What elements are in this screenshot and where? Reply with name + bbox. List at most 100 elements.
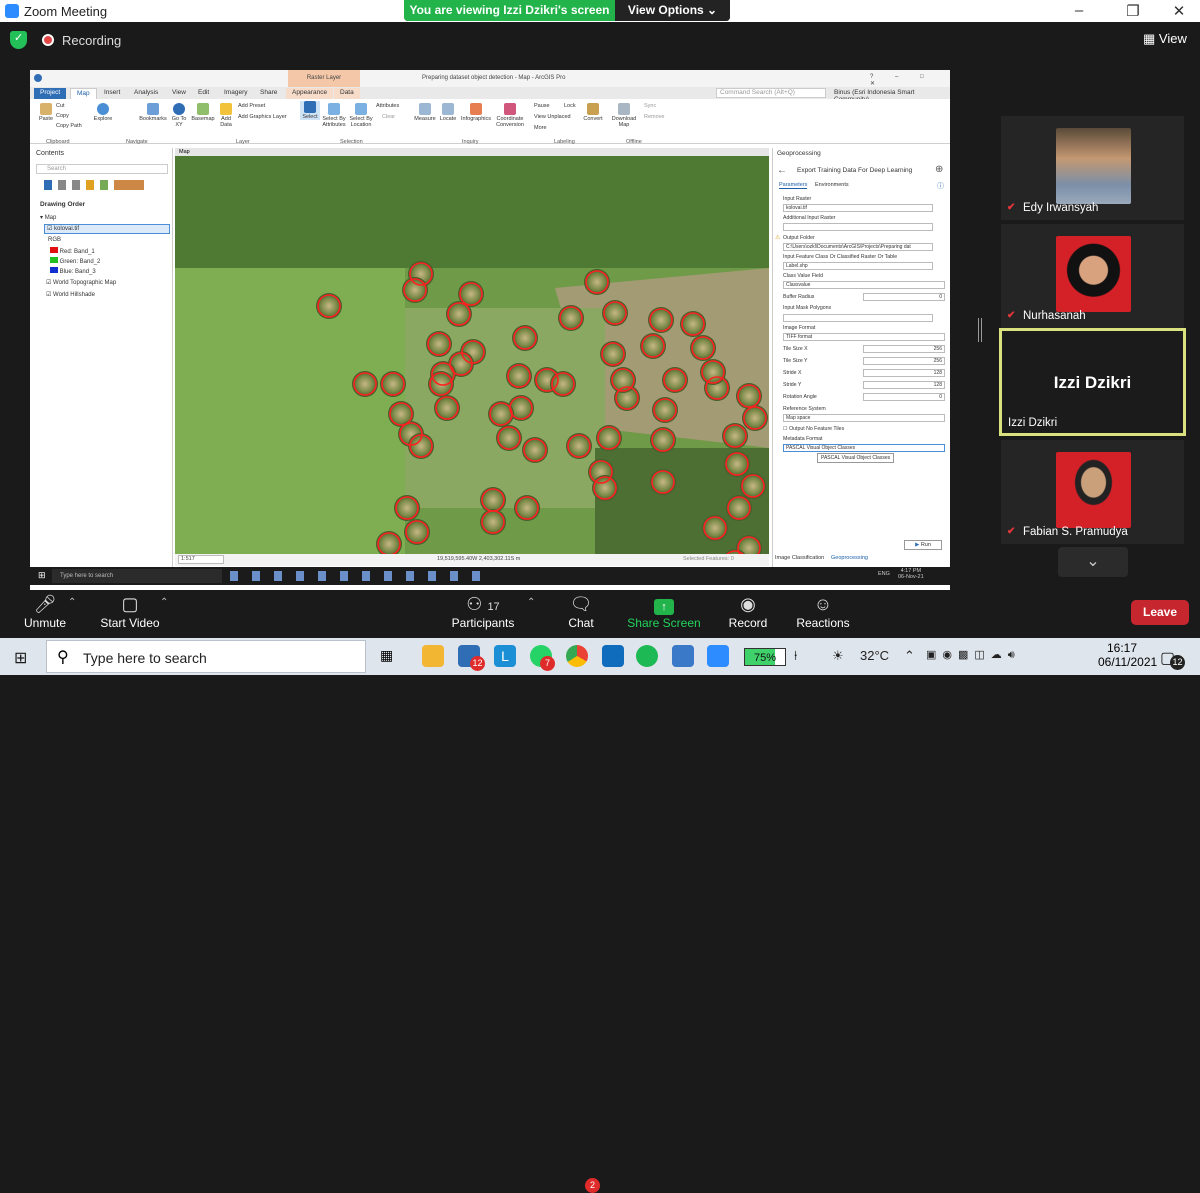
- tab-edit[interactable]: Edit: [192, 88, 215, 99]
- add-icon[interactable]: ⊕: [935, 164, 943, 175]
- security-shield-icon[interactable]: ✓: [10, 31, 27, 49]
- file-explorer-icon[interactable]: [422, 645, 444, 667]
- tab-environments[interactable]: Environments: [815, 182, 849, 188]
- output-no-feature-checkbox[interactable]: ☐ Output No Feature Tiles: [783, 426, 844, 432]
- tab-data[interactable]: Data: [334, 88, 360, 99]
- cut-button[interactable]: Cut: [56, 103, 65, 109]
- tab-appearance[interactable]: Appearance: [286, 88, 334, 99]
- lock-button[interactable]: Lock: [564, 103, 576, 109]
- metadata-select[interactable]: PASCAL Visual Object Classes: [783, 444, 945, 452]
- tab-project[interactable]: Project: [34, 88, 67, 99]
- zoom-taskbar-icon[interactable]: [707, 645, 729, 667]
- arcgis-window-controls[interactable]: ? – □ ✕: [870, 74, 950, 87]
- video-options-caret-icon[interactable]: ⌃: [160, 597, 168, 608]
- unmute-button[interactable]: 🎤︎ Unmute: [0, 592, 90, 630]
- go-to-xy-button[interactable]: Go To XY: [168, 103, 190, 128]
- tile-y-field[interactable]: 256: [863, 357, 945, 365]
- measure-button[interactable]: Measure: [414, 103, 436, 122]
- participant-tile-fabian[interactable]: ✔︎ Fabian S. Pramudya: [1001, 440, 1184, 544]
- reactions-button[interactable]: ☺ Reactions: [778, 592, 868, 630]
- temperature[interactable]: 32°C: [860, 648, 889, 663]
- remove-button[interactable]: Remove: [644, 114, 664, 120]
- infographics-button[interactable]: Infographics: [460, 103, 492, 122]
- run-button[interactable]: ▶ Run: [904, 540, 942, 550]
- stride-x-field[interactable]: 128: [863, 369, 945, 377]
- clear-button[interactable]: Clear: [382, 114, 395, 120]
- help-icon[interactable]: ⓘ: [937, 181, 944, 191]
- tile-x-field[interactable]: 256: [863, 345, 945, 353]
- tray-icons[interactable]: ▣◉▩◫☁🔊︎: [926, 648, 1021, 662]
- add-preset-button[interactable]: Add Preset: [238, 103, 265, 109]
- tab-image-classification[interactable]: Image Classification: [775, 555, 824, 561]
- convert-button[interactable]: Convert: [582, 103, 604, 122]
- tab-map-view[interactable]: Map: [175, 148, 769, 156]
- add-data-button[interactable]: Add Data: [216, 103, 236, 128]
- map-view[interactable]: [175, 148, 769, 566]
- battery-indicator[interactable]: 75%: [744, 648, 786, 666]
- participants-caret-icon[interactable]: ⌃: [527, 597, 535, 608]
- tab-geoprocessing[interactable]: Geoprocessing: [831, 555, 868, 561]
- close-icon[interactable]: ✕: [1164, 2, 1194, 20]
- paste-button[interactable]: Paste: [36, 103, 56, 122]
- leave-button[interactable]: Leave: [1131, 600, 1189, 625]
- input-feature-field[interactable]: Label.shp: [783, 262, 933, 270]
- tab-parameters[interactable]: Parameters: [779, 182, 808, 189]
- back-icon[interactable]: ←: [777, 165, 787, 176]
- basemap-topographic[interactable]: ☑ World Topographic Map: [46, 279, 116, 286]
- basemap-hillshade[interactable]: ☑ World Hillshade: [46, 291, 95, 298]
- share-screen-button[interactable]: ↑ Share Screen: [619, 592, 709, 630]
- weather-icon[interactable]: ☀: [832, 648, 844, 664]
- view-button[interactable]: ▦ View: [1143, 31, 1187, 47]
- scroll-down-chevron-icon[interactable]: ⌄: [1058, 547, 1128, 577]
- participant-tile-nurhasanah[interactable]: ✔︎ Nurhasanah: [1001, 224, 1184, 328]
- participant-tile-edy[interactable]: ✔︎ Edy Irwansyah: [1001, 116, 1184, 220]
- tab-insert[interactable]: Insert: [98, 88, 126, 99]
- view-options-button[interactable]: View Options ⌄: [615, 0, 730, 21]
- show-hidden-icons-icon[interactable]: ⌃: [904, 648, 915, 664]
- inner-taskbar-apps[interactable]: [230, 571, 480, 581]
- chat-button[interactable]: 🗨︎ Chat: [536, 592, 626, 630]
- map-node[interactable]: ▾ Map: [40, 214, 56, 221]
- tab-view[interactable]: View: [166, 88, 192, 99]
- attributes-button[interactable]: Attributes: [376, 103, 399, 109]
- task-view-icon[interactable]: ▦: [380, 647, 393, 664]
- stride-y-field[interactable]: 128: [863, 381, 945, 389]
- participants-button[interactable]: ⚇ 17 Participants: [438, 592, 528, 630]
- lync-icon[interactable]: L: [494, 645, 516, 667]
- photos-icon[interactable]: [672, 645, 694, 667]
- scale-selector[interactable]: 1:517: [178, 555, 224, 564]
- tab-analysis[interactable]: Analysis: [128, 88, 164, 99]
- recording-icon[interactable]: [42, 34, 54, 46]
- spotify-icon[interactable]: [636, 645, 658, 667]
- microphone-tray-icon[interactable]: ⍿: [794, 648, 797, 664]
- basemap-button[interactable]: Basemap: [190, 103, 216, 122]
- reference-select[interactable]: Map space: [783, 414, 945, 422]
- explore-button[interactable]: Explore: [92, 103, 114, 122]
- system-clock[interactable]: 16:17 06/11/2021: [1098, 641, 1157, 669]
- participant-tile-izzi[interactable]: Izzi Dzikri Izzi Dzikri: [999, 328, 1186, 436]
- input-raster-field[interactable]: kolovai.tif: [783, 204, 933, 212]
- restore-icon[interactable]: ❐: [1118, 2, 1148, 20]
- select-by-attributes-button[interactable]: Select By Attributes: [320, 103, 348, 128]
- output-folder-field[interactable]: C:\Users\ozkl\Documents\ArcGIS\Projects\…: [783, 243, 933, 251]
- contents-toolbar[interactable]: [44, 180, 144, 190]
- outlook-icon[interactable]: [602, 645, 624, 667]
- more-button[interactable]: More: [534, 125, 547, 131]
- copy-button[interactable]: Copy: [56, 113, 69, 119]
- audio-options-caret-icon[interactable]: ⌃: [68, 597, 76, 608]
- tab-share[interactable]: Share: [254, 88, 283, 99]
- tab-map[interactable]: Map: [70, 88, 97, 99]
- mask-field[interactable]: [783, 314, 933, 322]
- select-by-location-button[interactable]: Select By Location: [348, 103, 374, 128]
- contents-search[interactable]: Search: [36, 164, 168, 174]
- pause-button[interactable]: Pause: [534, 103, 550, 109]
- additional-input-field[interactable]: [783, 223, 933, 231]
- download-map-button[interactable]: Download Map: [610, 103, 638, 128]
- windows-start-icon[interactable]: ⊞: [14, 648, 27, 668]
- panel-resize-handle[interactable]: [978, 318, 982, 342]
- tab-imagery[interactable]: Imagery: [218, 88, 253, 99]
- sync-button[interactable]: Sync: [644, 103, 656, 109]
- command-search[interactable]: Command Search (Alt+Q): [716, 88, 826, 98]
- inner-start-icon[interactable]: ⊞: [38, 570, 46, 581]
- coordinate-conversion-button[interactable]: Coordinate Conversion: [494, 103, 526, 128]
